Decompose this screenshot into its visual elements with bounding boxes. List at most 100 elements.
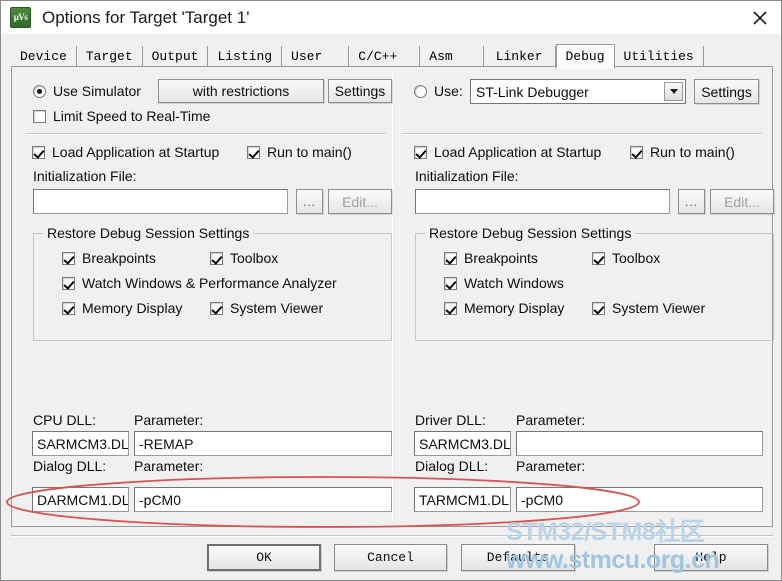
help-button[interactable]: Help (654, 544, 768, 571)
title-bar: Options for Target 'Target 1' (1, 1, 781, 34)
column-divider (392, 73, 393, 521)
dialog-dll-label-left: Dialog DLL: (33, 458, 107, 474)
checkbox-indicator-icon (247, 145, 260, 159)
use-debugger-label: Use: (434, 83, 463, 99)
restore-memory-display-label-right: Memory Display (464, 300, 565, 316)
restore-toolbox-checkbox-right[interactable]: Toolbox (592, 250, 660, 266)
restore-session-group-left: Restore Debug Session Settings Breakpoin… (33, 225, 392, 341)
restore-breakpoints-label-right: Breakpoints (464, 250, 538, 266)
checkbox-indicator-icon (444, 251, 457, 265)
restore-memory-display-label-left: Memory Display (82, 300, 183, 316)
dialog-parameter-label-left: Parameter: (134, 458, 204, 474)
cpu-parameter-label: Parameter: (134, 412, 204, 428)
run-to-main-label-left: Run to main() (267, 144, 352, 160)
footer-separator (11, 535, 773, 537)
debug-tab-page: Use Simulator with restrictions Settings… (11, 67, 774, 527)
restore-breakpoints-checkbox-right[interactable]: Breakpoints (444, 250, 538, 266)
restore-memory-display-checkbox-left[interactable]: Memory Display (62, 300, 182, 316)
cpu-dll-input[interactable]: SARMCM3.DLL (32, 431, 129, 456)
restore-breakpoints-checkbox-left[interactable]: Breakpoints (62, 250, 156, 266)
cancel-button[interactable]: Cancel (334, 544, 447, 571)
close-icon[interactable] (737, 1, 781, 34)
debugger-settings-button[interactable]: Settings (694, 79, 759, 104)
driver-dll-label: Driver DLL: (415, 412, 486, 428)
init-file-edit-button-right[interactable]: Edit... (710, 189, 774, 214)
with-restrictions-button[interactable]: with restrictions (158, 79, 324, 103)
driver-parameter-input[interactable] (516, 431, 763, 456)
init-file-input-left[interactable] (33, 189, 288, 214)
dialog-dll-input-left[interactable]: DARMCM1.DLL (32, 487, 129, 512)
checkbox-indicator-icon (62, 301, 75, 315)
tab-listing[interactable]: Listing (208, 46, 283, 68)
init-file-input-right[interactable] (415, 189, 670, 214)
tab-c-cpp[interactable]: C/C++ (349, 46, 421, 68)
dialog-parameter-input-right[interactable]: -pCM0 (516, 487, 763, 512)
run-to-main-label-right: Run to main() (650, 144, 735, 160)
tab-target[interactable]: Target (76, 46, 143, 68)
restore-memory-display-checkbox-right[interactable]: Memory Display (444, 300, 564, 316)
debugger-select[interactable]: ST-Link Debugger (470, 79, 686, 104)
checkbox-indicator-icon (444, 301, 457, 315)
checkbox-indicator-icon (62, 251, 75, 265)
init-file-label-left: Initialization File: (33, 168, 137, 184)
restore-system-viewer-label-left: System Viewer (230, 300, 324, 316)
init-file-browse-button-right[interactable]: ... (678, 189, 705, 214)
run-to-main-checkbox-right[interactable]: Run to main() (630, 144, 735, 160)
restore-system-viewer-checkbox-right[interactable]: System Viewer (592, 300, 705, 316)
load-app-at-startup-checkbox-left[interactable]: Load Application at Startup (32, 144, 219, 160)
debugger-select-value: ST-Link Debugger (476, 83, 589, 100)
dialog-dll-input-right[interactable]: TARMCM1.DLL (414, 487, 511, 512)
tab-utilities[interactable]: Utilities (614, 46, 704, 68)
simulator-settings-button[interactable]: Settings (328, 79, 392, 103)
checkbox-indicator-icon (414, 145, 427, 159)
options-dialog: Options for Target 'Target 1' Device Tar… (0, 0, 782, 581)
checkbox-indicator-icon (592, 251, 605, 265)
uvision-logo-icon (10, 7, 31, 28)
restore-session-group-right: Restore Debug Session Settings Breakpoin… (415, 225, 774, 341)
cpu-parameter-input[interactable]: -REMAP (134, 431, 392, 456)
tab-user[interactable]: User (282, 46, 350, 68)
restore-system-viewer-checkbox-left[interactable]: System Viewer (210, 300, 323, 316)
load-app-at-startup-checkbox-right[interactable]: Load Application at Startup (414, 144, 601, 160)
init-file-browse-button-left[interactable]: ... (296, 189, 323, 214)
restore-toolbox-checkbox-left[interactable]: Toolbox (210, 250, 278, 266)
tab-linker[interactable]: Linker (483, 46, 556, 68)
cpu-dll-label: CPU DLL: (33, 412, 97, 428)
tab-underline (11, 66, 773, 67)
load-app-at-startup-label-left: Load Application at Startup (52, 144, 220, 160)
radio-indicator-icon (33, 84, 46, 98)
ok-button[interactable]: OK (207, 544, 321, 571)
restore-breakpoints-label-left: Breakpoints (82, 250, 156, 266)
use-debugger-radio[interactable]: Use: (414, 83, 463, 99)
restore-watch-windows-checkbox-left[interactable]: Watch Windows & Performance Analyzer (62, 275, 337, 291)
tab-debug[interactable]: Debug (555, 44, 615, 69)
checkbox-indicator-icon (33, 109, 46, 123)
limit-speed-label: Limit Speed to Real-Time (53, 108, 211, 124)
driver-parameter-label: Parameter: (516, 412, 586, 428)
tab-bar: Device Target Output Listing User C/C++ … (11, 43, 773, 69)
checkbox-indicator-icon (592, 301, 605, 315)
tab-output[interactable]: Output (142, 46, 209, 68)
chevron-down-icon[interactable] (664, 82, 683, 101)
tab-asm[interactable]: Asm (420, 46, 484, 68)
defaults-button[interactable]: Defaults (461, 544, 575, 571)
separator-top-right (402, 133, 762, 135)
tab-device[interactable]: Device (11, 46, 77, 68)
use-simulator-radio[interactable]: Use Simulator (33, 83, 141, 99)
window-title: Options for Target 'Target 1' (42, 7, 250, 27)
dialog-dll-label-right: Dialog DLL: (415, 458, 489, 474)
restore-session-group-title-left: Restore Debug Session Settings (43, 225, 254, 241)
load-app-at-startup-label-right: Load Application at Startup (434, 144, 602, 160)
restore-watch-windows-checkbox-right[interactable]: Watch Windows (444, 275, 564, 291)
restore-toolbox-label-left: Toolbox (230, 250, 279, 266)
restore-session-group-title-right: Restore Debug Session Settings (425, 225, 636, 241)
separator-top-left (26, 133, 386, 135)
limit-speed-checkbox[interactable]: Limit Speed to Real-Time (33, 108, 210, 124)
checkbox-indicator-icon (62, 276, 75, 290)
dialog-parameter-label-right: Parameter: (516, 458, 586, 474)
init-file-edit-button-left[interactable]: Edit... (328, 189, 392, 214)
checkbox-indicator-icon (630, 145, 643, 159)
run-to-main-checkbox-left[interactable]: Run to main() (247, 144, 352, 160)
dialog-parameter-input-left[interactable]: -pCM0 (134, 487, 392, 512)
driver-dll-input[interactable]: SARMCM3.DLL (414, 431, 511, 456)
